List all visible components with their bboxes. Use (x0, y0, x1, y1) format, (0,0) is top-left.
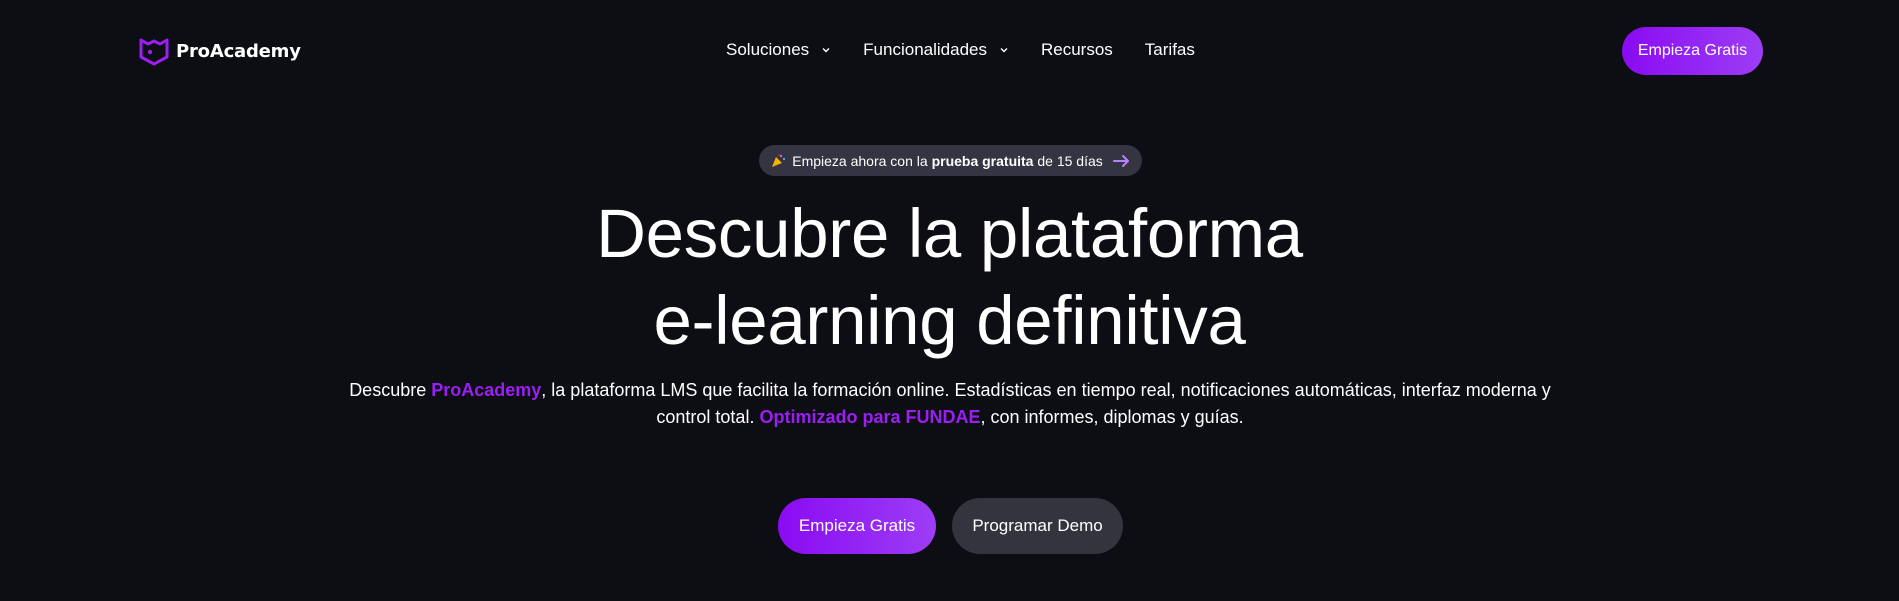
nav-item-recursos[interactable]: Recursos (1041, 40, 1113, 60)
hero-sub-part3: , con informes, diplomas y guías. (980, 407, 1244, 427)
arrow-right-icon (1112, 154, 1129, 167)
main-nav: Soluciones Funcionalidades Recursos Tari… (726, 38, 1195, 62)
header-cta-button[interactable]: Empieza Gratis (1622, 27, 1763, 75)
promo-text-after: de 15 días (1037, 152, 1103, 169)
nav-item-label: Soluciones (726, 40, 810, 59)
promo-text-before: Empieza ahora con la (792, 152, 928, 169)
hero-title-line1: Descubre la plataforma (596, 195, 1303, 272)
hero-title: Descubre la plataforma e-learning defini… (0, 190, 1899, 364)
nav-item-label: Recursos (1040, 40, 1113, 59)
chevron-down-icon (822, 48, 830, 53)
hero-sub-accent-fundae: Optimizado para FUNDAE (759, 407, 981, 427)
schedule-demo-button[interactable]: Programar Demo (952, 498, 1123, 554)
brand-name: ProAcademy (176, 40, 301, 62)
landing-page: ProAcademy Soluciones Funcionalidades Re… (0, 0, 1899, 601)
party-popper-icon (772, 153, 786, 167)
nav-item-label: Tarifas (1144, 40, 1195, 59)
nav-item-label: Funcionalidades (863, 40, 987, 59)
promo-pill[interactable]: Empieza ahora con la prueba gratuita de … (759, 145, 1142, 176)
nav-item-tarifas[interactable]: Tarifas (1145, 40, 1195, 60)
promo-text-bold: prueba gratuita (931, 152, 1034, 169)
owl-shield-icon (139, 38, 169, 66)
site-header: ProAcademy Soluciones Funcionalidades Re… (0, 0, 1899, 100)
hero-subtitle: Descubre ProAcademy, la plataforma LMS q… (330, 377, 1570, 431)
primary-cta-button[interactable]: Empieza Gratis (778, 498, 936, 554)
hero-title-line2: e-learning definitiva (653, 282, 1246, 359)
hero-sub-accent-brand: ProAcademy (431, 380, 542, 400)
brand-logo[interactable]: ProAcademy (138, 35, 301, 67)
chevron-down-icon (1000, 48, 1008, 53)
nav-item-soluciones[interactable]: Soluciones (726, 40, 831, 60)
hero-sub-part1: Descubre (349, 380, 432, 400)
nav-item-funcionalidades[interactable]: Funcionalidades (863, 40, 1009, 60)
